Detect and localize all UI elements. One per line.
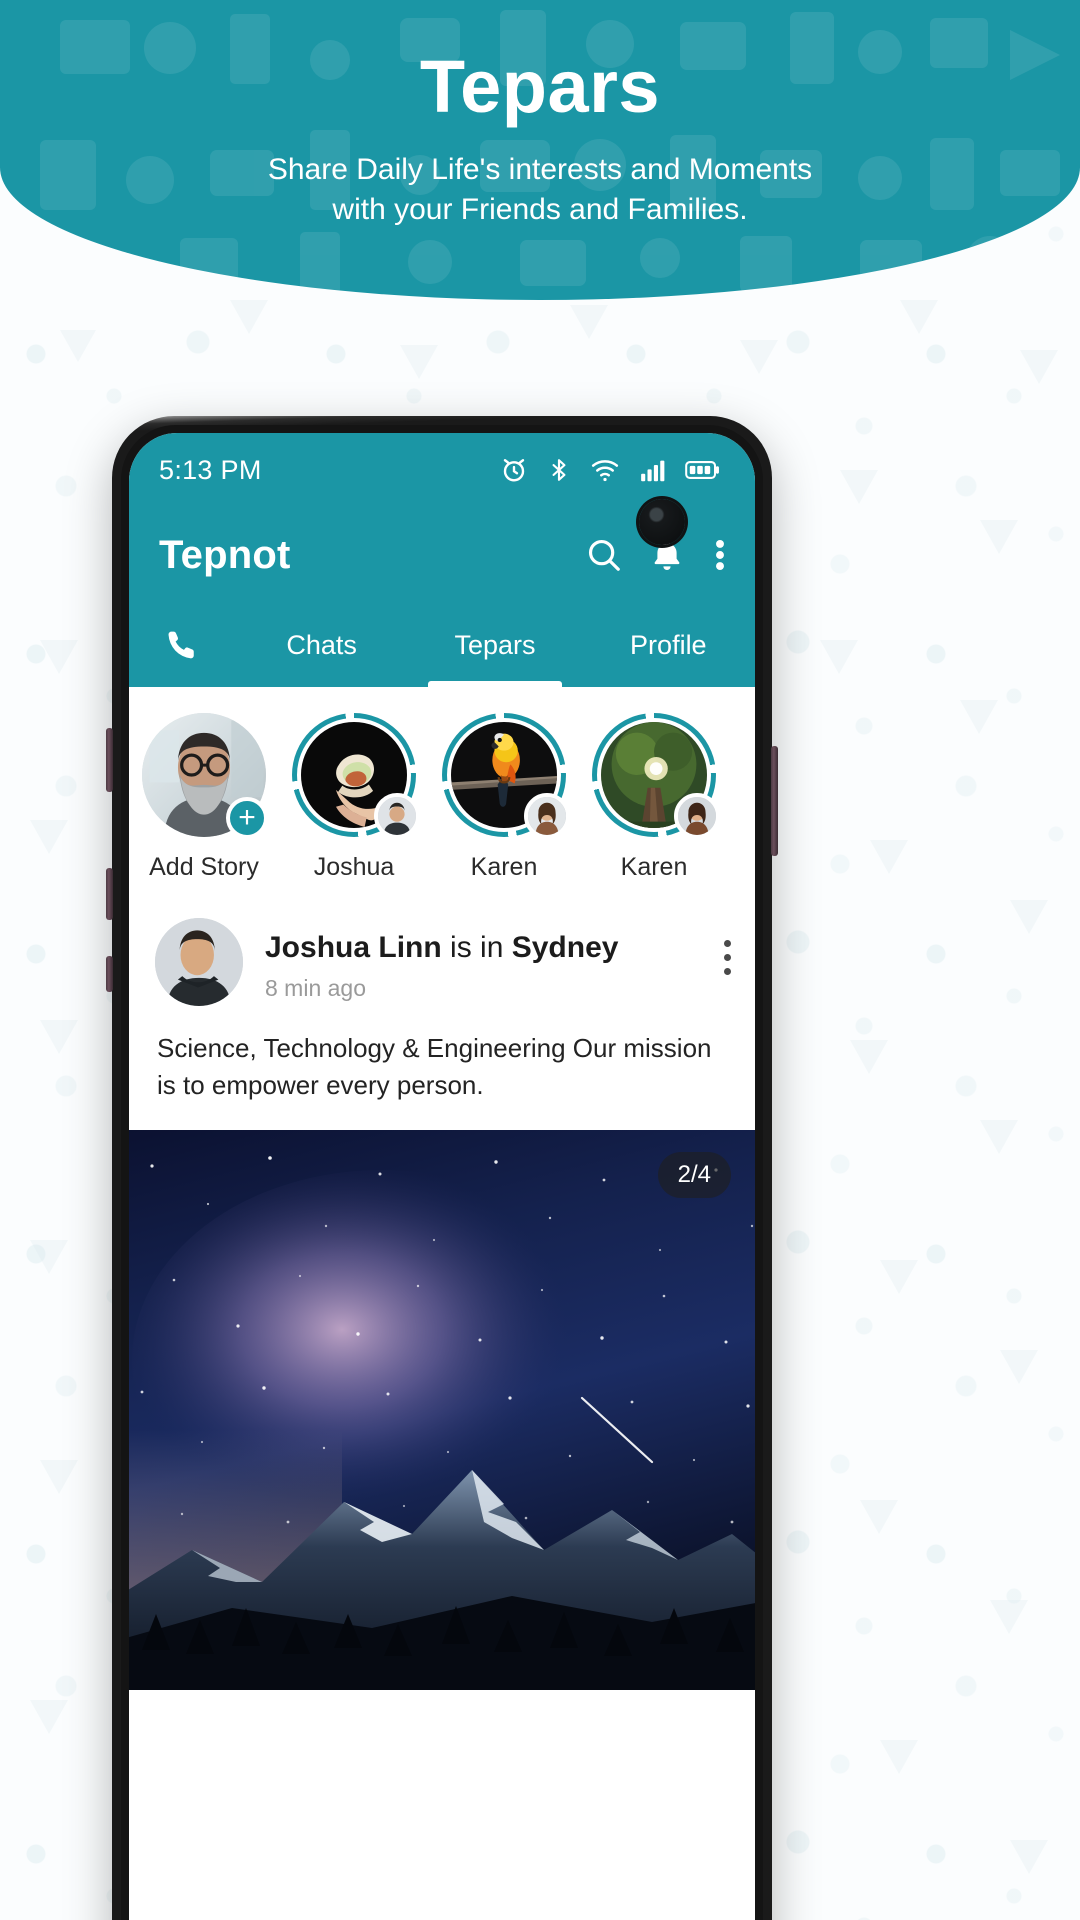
- media-page-counter: 2/4: [657, 1151, 731, 1198]
- stories-carousel[interactable]: + Add Story Joshua Karen Karen: [129, 687, 755, 902]
- story-item-add[interactable]: + Add Story: [129, 713, 279, 882]
- tab-chats-label: Chats: [286, 629, 357, 660]
- add-story-plus-icon[interactable]: +: [226, 797, 268, 839]
- alarm-icon: [503, 459, 525, 482]
- tab-tepars-label: Tepars: [454, 629, 536, 660]
- post-media-image[interactable]: 2/4: [129, 1129, 755, 1690]
- story-mini-avatar-karen-1: [524, 793, 570, 839]
- status-bar: 5:13 PM: [129, 433, 755, 507]
- phone-screen: 5:13 PM Tepnot Chats Tepars Profile + Ad…: [129, 433, 755, 1920]
- story-label-karen-1: Karen: [470, 853, 538, 881]
- post-place: Sydney: [511, 931, 619, 964]
- tab-profile[interactable]: Profile: [582, 603, 755, 687]
- post-headline: Joshua Linn is in Sydney: [265, 928, 618, 967]
- hero-subtitle-line-1: Share Daily Life's interests and Moments: [267, 152, 813, 186]
- story-mini-avatar-karen-2: [674, 793, 720, 839]
- bluetooth-icon: [552, 459, 566, 481]
- hero-subtitle: Share Daily Life's interests and Moments…: [0, 150, 1080, 231]
- status-bar-time: 5:13 PM: [159, 454, 262, 485]
- hero-subtitle-line-2: with your Friends and Families.: [332, 193, 748, 227]
- post-meta: Joshua Linn is in Sydney 8 min ago: [265, 918, 618, 1002]
- app-name: Tepnot: [159, 532, 291, 577]
- story-ring-karen-1: [442, 713, 570, 839]
- avatar-photo-joshua: [378, 797, 416, 835]
- tab-calls[interactable]: [129, 603, 235, 687]
- story-item-karen-2[interactable]: Karen: [579, 713, 729, 882]
- overflow-dot: [724, 940, 731, 947]
- phone-button-left-volume-up[interactable]: [106, 728, 113, 792]
- phone-body: 5:13 PM Tepnot Chats Tepars Profile + Ad…: [121, 425, 763, 1920]
- story-label-joshua: Joshua: [313, 853, 395, 881]
- phone-icon: [168, 631, 194, 659]
- page-title: Tepars: [419, 45, 661, 128]
- story-mini-avatar-joshua: [374, 793, 420, 839]
- story-label-karen-2: Karen: [620, 853, 688, 881]
- tab-profile-label: Profile: [630, 629, 707, 660]
- post-body-text: Science, Technology & Engineering Our mi…: [129, 1016, 755, 1130]
- overflow-menu-icon[interactable]: [711, 536, 729, 574]
- phone-button-left-extra[interactable]: [106, 956, 113, 992]
- overflow-dot: [724, 968, 731, 975]
- tab-chats[interactable]: Chats: [235, 603, 408, 687]
- battery-icon: [685, 461, 719, 479]
- tab-active-indicator: [427, 681, 562, 687]
- story-label-add: Add Story: [149, 853, 259, 881]
- post-connector: is in: [441, 931, 512, 964]
- hero-banner: Tepars Share Daily Life's interests and …: [0, 0, 1080, 300]
- status-bar-icons: [499, 455, 721, 485]
- phone-button-left-volume-down[interactable]: [106, 868, 113, 920]
- post-overflow-menu-icon[interactable]: [724, 918, 731, 975]
- phone-button-right-power[interactable]: [771, 746, 778, 856]
- tab-bar: Chats Tepars Profile: [129, 603, 755, 687]
- story-ring-karen-2: [592, 713, 720, 839]
- story-ring-joshua: [292, 713, 420, 839]
- front-camera-lens: [639, 499, 685, 545]
- post-author-avatar[interactable]: [155, 918, 243, 1006]
- signal-icon: [641, 460, 665, 482]
- tab-tepars[interactable]: Tepars: [408, 603, 581, 687]
- story-ring-add: +: [142, 713, 268, 839]
- post-header: Joshua Linn is in Sydney 8 min ago: [129, 902, 755, 1016]
- overflow-dot: [724, 954, 731, 961]
- story-item-karen-1[interactable]: Karen: [429, 713, 579, 882]
- app-store-screenshot: Tepars Share Daily Life's interests and …: [0, 0, 1080, 1920]
- wifi-icon: [591, 460, 619, 482]
- media-photo-milky-way-over-mountains: [129, 1129, 755, 1690]
- avatar-photo-joshua-linn: [155, 918, 243, 1006]
- avatar-photo-karen-2: [678, 797, 716, 835]
- phone-mockup: 5:13 PM Tepnot Chats Tepars Profile + Ad…: [106, 416, 778, 1920]
- avatar-photo-karen-1: [528, 797, 566, 835]
- story-item-joshua[interactable]: Joshua: [279, 713, 429, 882]
- search-icon[interactable]: [585, 536, 623, 574]
- post-timestamp: 8 min ago: [265, 975, 367, 1001]
- post-author-name: Joshua Linn: [265, 931, 442, 964]
